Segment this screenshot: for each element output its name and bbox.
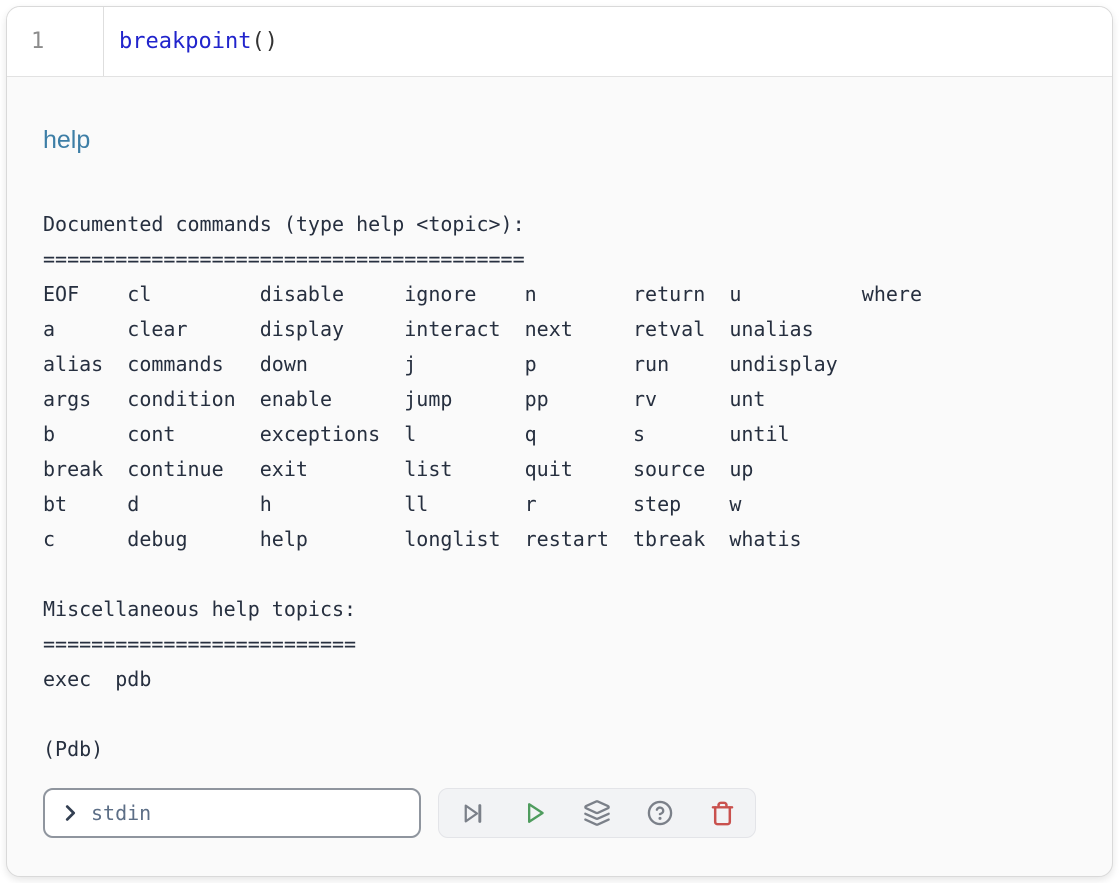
stdin-box[interactable] <box>43 788 421 838</box>
console-output: help Documented commands (type help <top… <box>7 77 1112 788</box>
code-line[interactable]: breakpoint() <box>104 29 278 54</box>
help-button[interactable] <box>646 799 674 827</box>
code-editor: 1 breakpoint() <box>7 7 1112 77</box>
editor-gutter: 1 <box>7 7 104 76</box>
help-circle-icon <box>646 799 674 827</box>
layers-icon <box>583 799 611 827</box>
run-button[interactable] <box>521 799 549 827</box>
line-number: 1 <box>31 29 44 54</box>
console-text: Documented commands (type help <topic>):… <box>43 207 1076 767</box>
trash-icon <box>709 800 736 827</box>
clear-button[interactable] <box>708 799 736 827</box>
command-echo: help <box>43 124 1076 157</box>
skip-forward-icon <box>459 800 486 827</box>
play-icon <box>521 799 549 827</box>
stdin-input[interactable] <box>91 801 407 825</box>
debug-toolbar <box>438 788 756 838</box>
controls-bar <box>7 788 1112 876</box>
stack-button[interactable] <box>583 799 611 827</box>
code-runner-panel: 1 breakpoint() help Documented commands … <box>6 6 1113 877</box>
step-button[interactable] <box>458 799 486 827</box>
code-token-builtin: breakpoint <box>119 29 251 54</box>
code-token-parens: () <box>251 29 278 54</box>
chevron-right-icon <box>59 802 81 824</box>
